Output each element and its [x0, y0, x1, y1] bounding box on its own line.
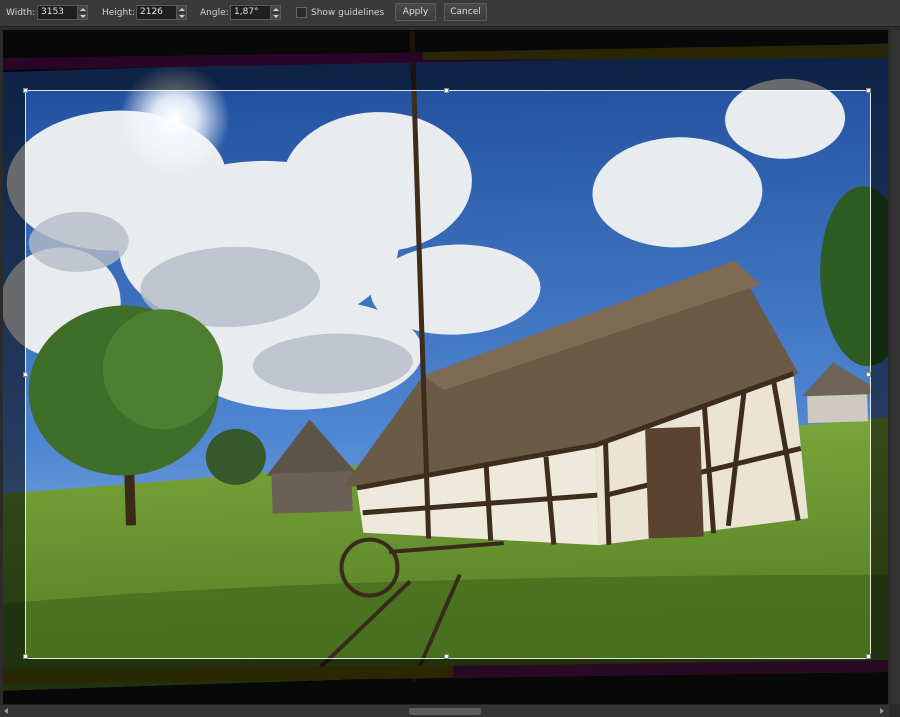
scroll-right-icon[interactable]	[880, 708, 884, 714]
angle-stepper[interactable]	[271, 5, 281, 20]
show-guidelines-checkbox[interactable]	[296, 7, 307, 18]
resize-grip-icon[interactable]	[889, 704, 900, 717]
width-stepper[interactable]	[78, 5, 88, 20]
apply-button[interactable]: Apply	[395, 3, 436, 21]
height-stepper[interactable]	[177, 5, 187, 20]
crop-rectangle[interactable]	[23, 88, 871, 659]
horizontal-scrollbar[interactable]	[0, 704, 889, 717]
cancel-button[interactable]: Cancel	[444, 3, 487, 21]
crop-handle-right[interactable]	[866, 372, 871, 377]
crop-handle-top-left[interactable]	[23, 88, 28, 93]
increment-arrow-icon[interactable]	[271, 6, 280, 13]
crop-handle-top[interactable]	[444, 88, 449, 93]
decrement-arrow-icon[interactable]	[177, 13, 186, 19]
height-spinbox[interactable]: 2126	[136, 5, 187, 20]
angle-label: Angle:	[200, 8, 229, 18]
increment-arrow-icon[interactable]	[177, 6, 186, 13]
crop-handle-top-right[interactable]	[866, 88, 871, 93]
width-label: Width:	[6, 8, 36, 18]
image-canvas[interactable]	[3, 30, 888, 704]
width-input[interactable]: 3153	[37, 5, 78, 20]
crop-handle-bottom-right[interactable]	[866, 654, 871, 659]
crop-toolbar: Width: 3153 Height: 2126 Angle: 1,87° Sh…	[0, 0, 900, 27]
scroll-left-icon[interactable]	[4, 708, 8, 714]
crop-handle-left[interactable]	[23, 372, 28, 377]
decrement-arrow-icon[interactable]	[271, 13, 280, 19]
height-label: Height:	[102, 8, 135, 18]
horizontal-scroll-thumb[interactable]	[409, 708, 481, 715]
vertical-scrollbar[interactable]	[889, 30, 900, 704]
crop-handle-bottom[interactable]	[444, 654, 449, 659]
show-guidelines-label[interactable]: Show guidelines	[311, 8, 384, 18]
increment-arrow-icon[interactable]	[78, 6, 87, 13]
decrement-arrow-icon[interactable]	[78, 13, 87, 19]
height-input[interactable]: 2126	[136, 5, 177, 20]
width-spinbox[interactable]: 3153	[37, 5, 88, 20]
crop-handle-bottom-left[interactable]	[23, 654, 28, 659]
angle-spinbox[interactable]: 1,87°	[230, 5, 281, 20]
angle-input[interactable]: 1,87°	[230, 5, 271, 20]
